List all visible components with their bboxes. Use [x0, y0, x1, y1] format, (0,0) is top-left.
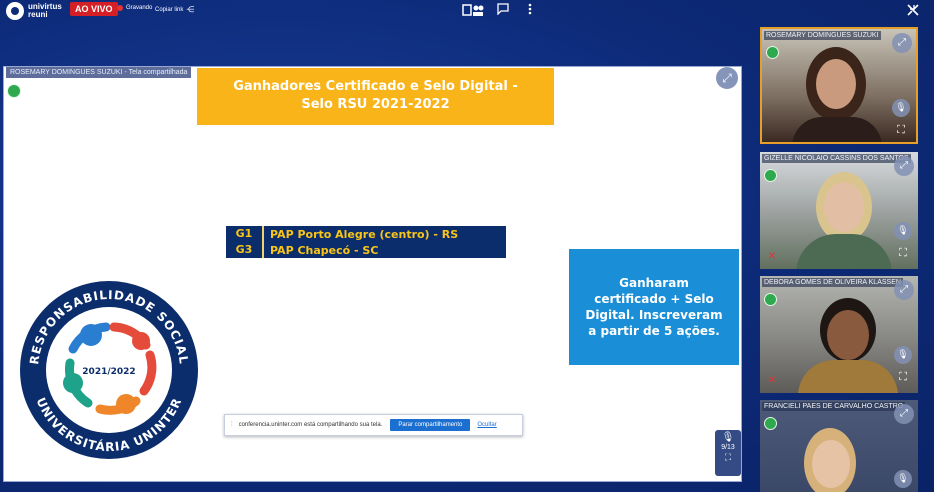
expand-icon[interactable]: ⤢ [894, 280, 914, 300]
drag-handle-icon[interactable]: ⦙ [231, 421, 233, 429]
logo-icon [6, 2, 24, 20]
participant-name: GIZELLE NICOLAIO CASSINS DOS SANTOS [762, 154, 911, 163]
recording-label: Gravando [126, 5, 153, 11]
presenter-badge-icon [7, 84, 21, 98]
microphone-icon[interactable]: 🎙 [892, 99, 910, 117]
fullscreen-icon[interactable]: ⛶ [715, 452, 741, 463]
microphone-icon[interactable]: 🎙 [894, 470, 912, 488]
fullscreen-icon[interactable]: ⛶ [892, 121, 910, 139]
participant-tile[interactable]: GIZELLE NICOLAIO CASSINS DOS SANTOS ⤢ 🎙 … [760, 152, 918, 269]
recording-indicator: Gravando [117, 5, 152, 11]
slide-title-line1: Ganhadores Certificado e Selo Digital - [233, 79, 518, 94]
microphone-icon[interactable]: 🎙 [894, 222, 912, 240]
expand-icon[interactable]: ⤢ [892, 33, 912, 53]
page-indicator: 9/13 [721, 444, 735, 451]
rsu-seal-logo: RESPONSABILIDADE SOCIAL UNIVERSITÁRIA UN… [18, 279, 200, 461]
hide-link[interactable]: Ocultar [477, 422, 496, 428]
presenter-badge-icon [764, 417, 777, 430]
share-message: conferencia.uninter.com está compartilha… [238, 422, 383, 428]
live-badge: AO VIVO [70, 2, 118, 16]
screen-share-notification: ⦙ conferencia.uninter.com está compartil… [224, 414, 523, 436]
expand-icon[interactable]: ⤢ [894, 404, 914, 424]
winner-name: PAP Chapecó - SC [270, 243, 379, 257]
brand-line2: reuni [28, 10, 48, 19]
expand-icon[interactable]: ⤢ [894, 156, 914, 176]
microphone-icon[interactable]: 🎙 [894, 346, 912, 364]
winner-row: G1 PAP Porto Alegre (centro) - RS [226, 226, 506, 242]
slide-title: Ganhadores Certificado e Selo Digital - … [197, 68, 554, 125]
presenter-badge-icon [764, 169, 777, 182]
share-icon: ⋲ [186, 5, 195, 14]
expand-icon[interactable]: ⤢ [716, 67, 738, 89]
participant-name: FRANCIELI PAES DE CARVALHO CASTRO [762, 402, 906, 411]
copy-link-button[interactable]: Copiar link ⋲ [155, 5, 194, 14]
fullscreen-icon[interactable]: ⛶ [894, 244, 912, 262]
participant-tile[interactable]: ROSEMARY DOMINGUES SUZUKI ⤢ 🎙 ⛶ [760, 27, 918, 144]
info-box: Ganharam certificado + Selo Digital. Ins… [569, 249, 739, 365]
participant-name: DEBORA GOMES DE OLIVEIRA KLASSEN [762, 278, 903, 287]
participant-tile[interactable]: FRANCIELI PAES DE CARVALHO CASTRO ⤢ 🎙 [760, 400, 918, 492]
copy-link-label: Copiar link [155, 6, 184, 13]
fullscreen-icon[interactable]: ⛶ [894, 368, 912, 386]
info-line: a partir de 5 ações. [588, 324, 720, 338]
muted-icon: ✕ [767, 251, 777, 262]
record-dot-icon [117, 5, 123, 11]
participant-name: ROSEMARY DOMINGUES SUZUKI [764, 31, 881, 40]
more-options-icon[interactable] [528, 3, 532, 18]
top-bar: univirtus reuni AO VIVO Gravando Copiar … [0, 0, 934, 22]
presenter-badge-icon [764, 293, 777, 306]
layout-icon[interactable] [462, 3, 484, 20]
shared-screen-label: ROSEMARY DOMINGUES SUZUKI - Tela compart… [6, 67, 192, 78]
winner-code: G3 [226, 242, 264, 258]
microphone-icon[interactable]: 🎙 [715, 432, 741, 443]
muted-icon: ✕ [767, 375, 777, 386]
slide-title-line2: Selo RSU 2021-2022 [301, 97, 450, 112]
info-line: certificado + Selo [594, 292, 714, 306]
univirtus-logo: univirtus reuni [6, 2, 62, 20]
participant-tile[interactable]: DEBORA GOMES DE OLIVEIRA KLASSEN ⤢ 🎙 ⛶ ✕ [760, 276, 918, 393]
info-line: Digital. Inscreveram [585, 308, 723, 322]
winner-name: PAP Porto Alegre (centro) - RS [270, 227, 459, 241]
collapse-icon[interactable] [906, 3, 920, 20]
slide-controls: 🎙 9/13 ⛶ [715, 430, 741, 476]
chat-icon[interactable] [497, 3, 509, 18]
winner-code: G1 [226, 226, 264, 242]
seal-year: 2021/2022 [82, 367, 135, 377]
presenter-badge-icon [766, 46, 779, 59]
info-line: Ganharam [619, 276, 689, 290]
stop-sharing-button[interactable]: Parar compartilhamento [390, 419, 471, 431]
winner-row: G3 PAP Chapecó - SC [226, 242, 506, 258]
